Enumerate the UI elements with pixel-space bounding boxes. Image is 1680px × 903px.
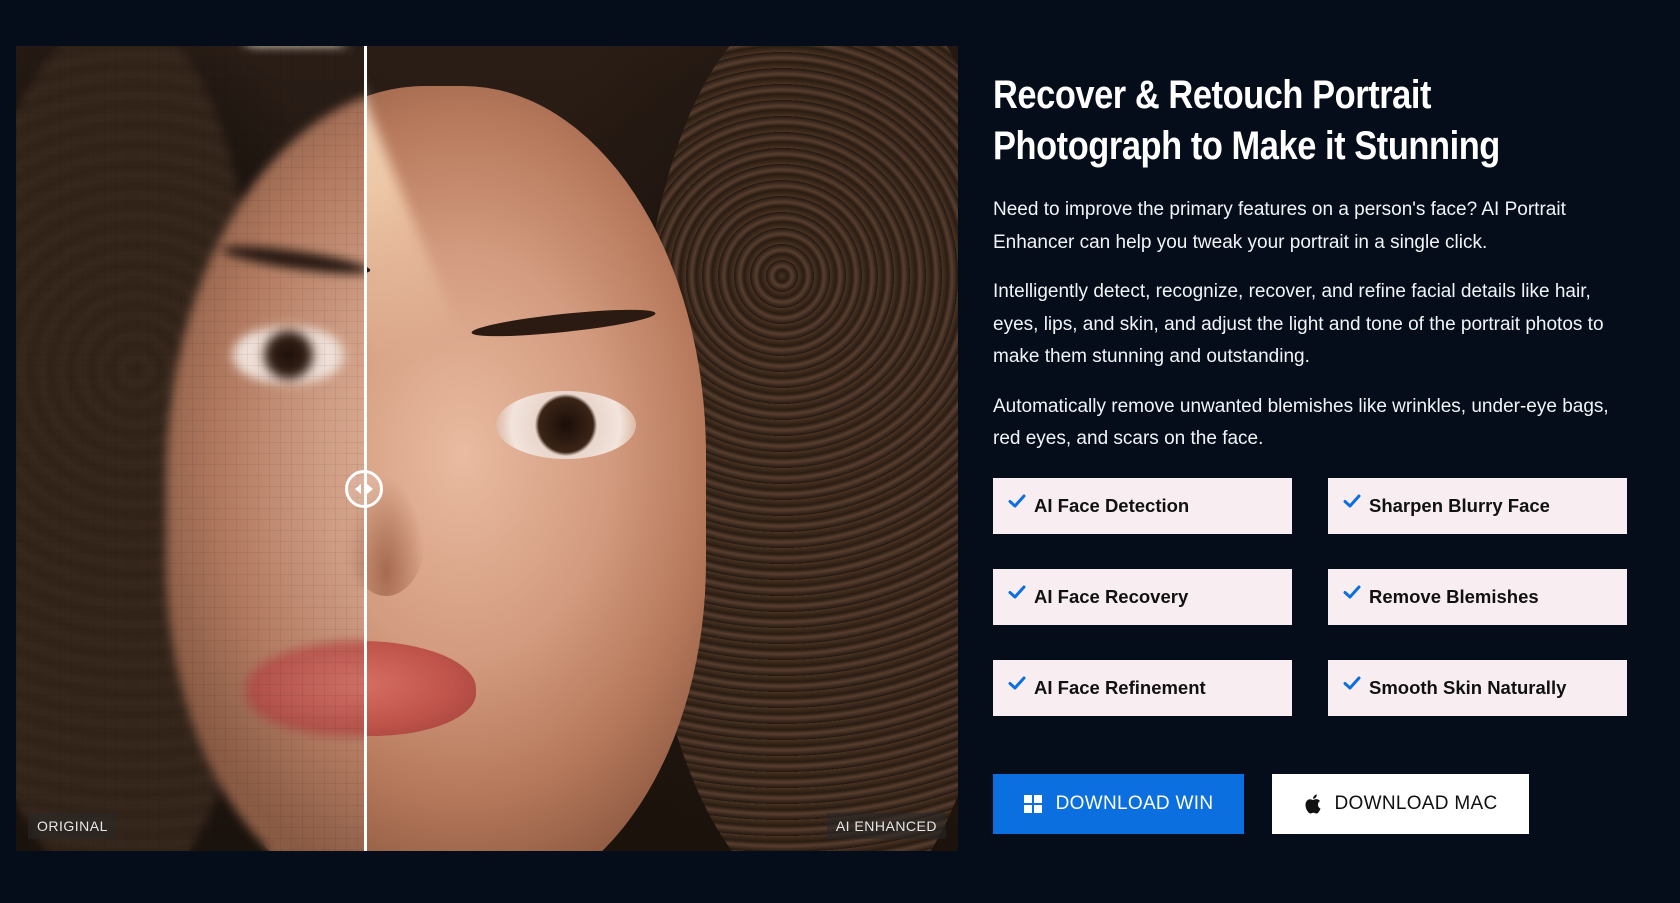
download-buttons: DOWNLOAD WIN DOWNLOAD MAC xyxy=(993,773,1633,834)
apple-icon xyxy=(1304,794,1321,814)
feature-label: AI Face Recovery xyxy=(1034,585,1189,607)
page-title: Recover & Retouch Portrait Photograph to… xyxy=(993,70,1629,172)
feature-ai-face-refinement: AI Face Refinement xyxy=(993,659,1292,716)
feature-label: Sharpen Blurry Face xyxy=(1369,494,1550,516)
download-win-button[interactable]: DOWNLOAD WIN xyxy=(993,773,1244,834)
feature-sharpen-blurry-face: Sharpen Blurry Face xyxy=(1328,477,1627,534)
feature-ai-face-detection: AI Face Detection xyxy=(993,477,1292,534)
left-right-arrows-icon xyxy=(355,484,373,494)
compare-divider-line[interactable] xyxy=(364,46,367,851)
check-icon xyxy=(1008,585,1026,598)
check-icon xyxy=(1343,676,1361,689)
feature-ai-face-recovery: AI Face Recovery xyxy=(993,568,1292,625)
check-icon xyxy=(1008,494,1026,507)
title-line-1: Recover & Retouch Portrait xyxy=(993,73,1432,117)
download-win-label: DOWNLOAD WIN xyxy=(1055,792,1214,814)
feature-label: Remove Blemishes xyxy=(1369,585,1539,607)
download-mac-label: DOWNLOAD MAC xyxy=(1334,792,1498,814)
feature-remove-blemishes: Remove Blemishes xyxy=(1328,568,1627,625)
original-label: ORIGINAL xyxy=(28,813,117,839)
check-icon xyxy=(1343,585,1361,598)
check-icon xyxy=(1008,676,1026,689)
title-line-2: Photograph to Make it Stunning xyxy=(993,124,1500,168)
feature-label: Smooth Skin Naturally xyxy=(1369,676,1567,698)
check-icon xyxy=(1343,494,1361,507)
feature-list: AI Face Detection Sharpen Blurry Face AI… xyxy=(993,477,1633,716)
portrait-original-image xyxy=(16,46,365,851)
windows-icon xyxy=(1023,794,1042,813)
download-mac-button[interactable]: DOWNLOAD MAC xyxy=(1272,773,1529,834)
ai-enhanced-label: AI ENHANCED xyxy=(826,813,946,839)
page: ORIGINAL AI ENHANCED Recover & Retouch P… xyxy=(0,0,1680,903)
before-after-comparison[interactable]: ORIGINAL AI ENHANCED xyxy=(16,46,958,851)
compare-slider-handle[interactable] xyxy=(345,470,383,508)
feature-smooth-skin-naturally: Smooth Skin Naturally xyxy=(1328,659,1627,716)
feature-label: AI Face Refinement xyxy=(1034,676,1206,698)
intro-paragraph: Need to improve the primary features on … xyxy=(993,199,1566,253)
blemish-paragraph: Automatically remove unwanted blemishes … xyxy=(993,395,1609,450)
detail-paragraph: Intelligently detect, recognize, recover… xyxy=(993,281,1604,367)
feature-content: Recover & Retouch Portrait Photograph to… xyxy=(993,70,1633,834)
feature-label: AI Face Detection xyxy=(1034,494,1190,516)
